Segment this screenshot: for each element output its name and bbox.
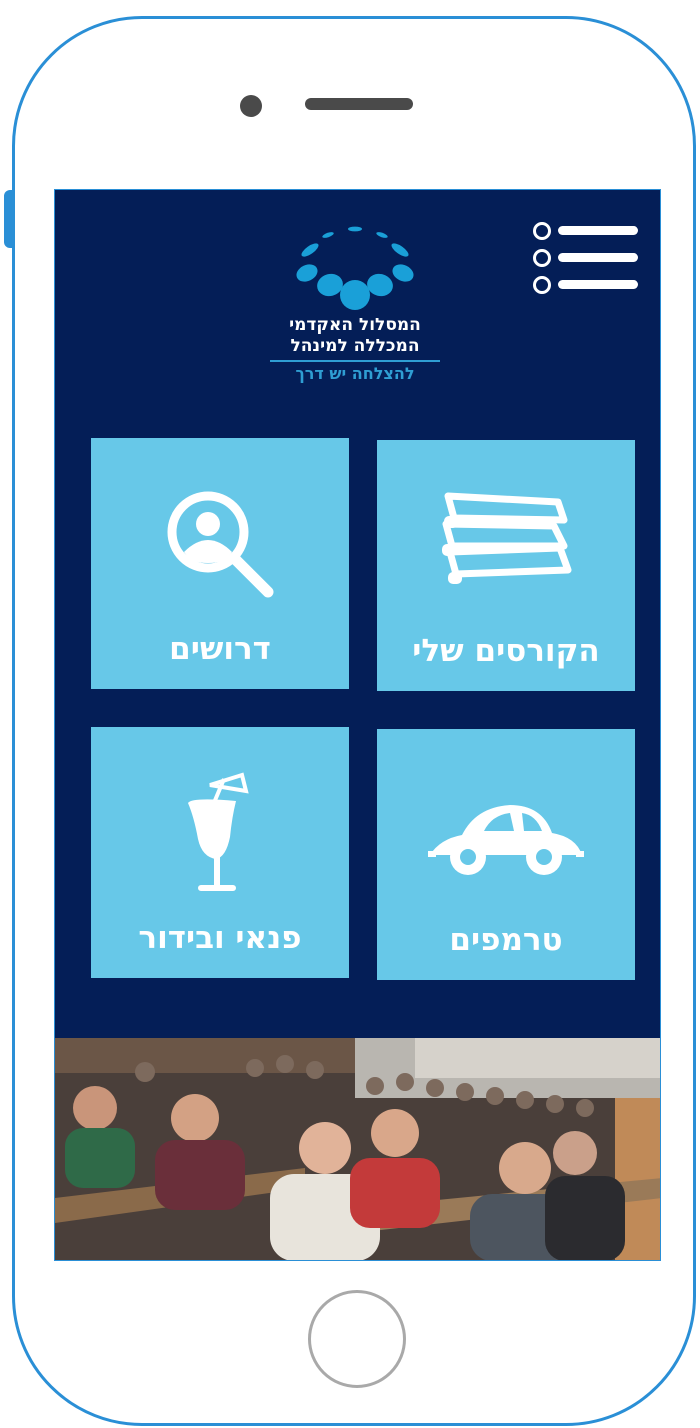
tile-my-courses-label: הקורסים שלי [412, 633, 600, 669]
app-screen: המסלול האקדמי המכללה למינהל להצלחה יש דר… [54, 189, 661, 1261]
person-search-icon [167, 491, 274, 598]
tile-jobs-wanted-label: דרושים [169, 631, 271, 667]
tile-rides[interactable]: טרמפים [377, 729, 635, 980]
menu-row [530, 274, 638, 296]
phone-camera [240, 95, 262, 117]
phone-home-button[interactable] [308, 1290, 406, 1388]
phone-speaker [305, 98, 413, 110]
lecture-hall-photo [55, 1038, 660, 1260]
car-icon [428, 805, 584, 875]
menu-row [530, 247, 638, 269]
menu-button[interactable] [530, 220, 638, 296]
logo-dots-icon [296, 226, 414, 310]
logo-title-line2: המכללה למינהל [290, 336, 420, 356]
phone-side-button [4, 190, 15, 248]
menu-row [530, 220, 638, 242]
tile-leisure-label: פנאי ובידור [138, 920, 302, 956]
lecture-hall-students-photo [55, 1038, 660, 1260]
logo-divider [270, 360, 440, 362]
tile-jobs-wanted[interactable]: דרושים [91, 438, 349, 689]
tile-leisure[interactable]: פנאי ובידור [91, 727, 349, 978]
college-logo: המסלול האקדמי המכללה למינהל להצלחה יש דר… [250, 223, 460, 384]
tile-my-courses[interactable]: הקורסים שלי [377, 440, 635, 691]
logo-title-line1: המסלול האקדמי [289, 315, 421, 335]
logo-tagline: להצלחה יש דרך [295, 364, 415, 383]
cocktail-icon [188, 772, 249, 891]
tile-rides-label: טרמפים [449, 922, 563, 958]
books-icon [442, 492, 572, 584]
